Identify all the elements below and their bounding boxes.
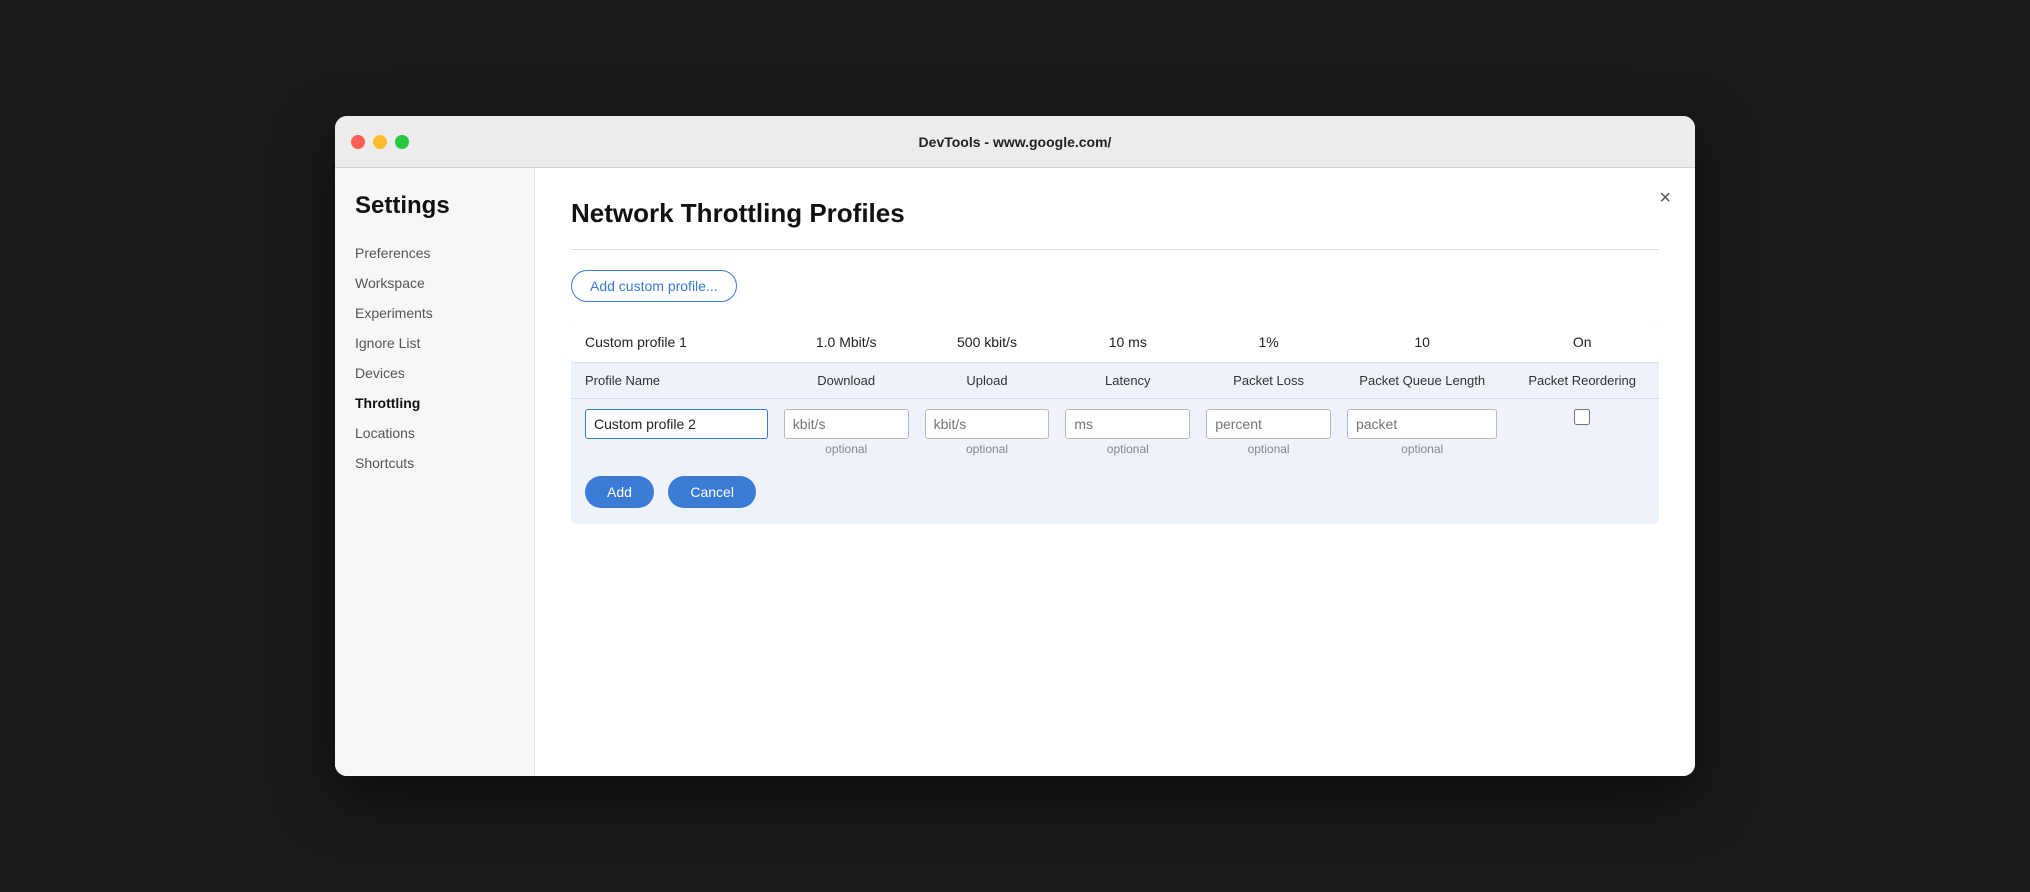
existing-download: 1.0 Mbit/s xyxy=(776,322,917,363)
close-traffic-light[interactable] xyxy=(351,135,365,149)
existing-profile-name: Custom profile 1 xyxy=(571,322,776,363)
table-header-row: Profile Name Download Upload Latency Pac… xyxy=(571,363,1659,399)
page-title: Network Throttling Profiles xyxy=(571,198,1659,229)
window-title: DevTools - www.google.com/ xyxy=(919,134,1112,150)
sidebar-item-ignore-list[interactable]: Ignore List xyxy=(355,328,534,358)
divider xyxy=(571,249,1659,250)
existing-upload: 500 kbit/s xyxy=(917,322,1058,363)
new-profile-row: optional optional optional optional xyxy=(571,399,1659,467)
col-header-name: Profile Name xyxy=(571,363,776,399)
devtools-window: DevTools - www.google.com/ Settings Pref… xyxy=(335,116,1695,776)
sidebar-item-experiments[interactable]: Experiments xyxy=(355,298,534,328)
cancel-button[interactable]: Cancel xyxy=(668,476,756,508)
col-header-loss: Packet Loss xyxy=(1198,363,1339,399)
col-header-reorder: Packet Reordering xyxy=(1505,363,1659,399)
action-row: Add Cancel xyxy=(571,466,1659,524)
latency-hint: optional xyxy=(1065,442,1190,456)
upload-input[interactable] xyxy=(925,409,1050,439)
window-body: Settings Preferences Workspace Experimen… xyxy=(335,168,1695,776)
existing-loss: 1% xyxy=(1198,322,1339,363)
minimize-traffic-light[interactable] xyxy=(373,135,387,149)
sidebar: Settings Preferences Workspace Experimen… xyxy=(335,168,535,776)
sidebar-item-shortcuts[interactable]: Shortcuts xyxy=(355,448,534,478)
col-header-upload: Upload xyxy=(917,363,1058,399)
sidebar-heading: Settings xyxy=(355,192,534,220)
reorder-checkbox[interactable] xyxy=(1574,409,1590,425)
queue-input[interactable] xyxy=(1347,409,1497,439)
loss-input[interactable] xyxy=(1206,409,1331,439)
traffic-lights xyxy=(351,135,409,149)
download-hint: optional xyxy=(784,442,909,456)
close-button[interactable]: × xyxy=(1659,188,1671,208)
main-content: × Network Throttling Profiles Add custom… xyxy=(535,168,1695,776)
download-input[interactable] xyxy=(784,409,909,439)
sidebar-item-throttling[interactable]: Throttling xyxy=(355,388,534,418)
profiles-table: Custom profile 1 1.0 Mbit/s 500 kbit/s 1… xyxy=(571,322,1659,524)
existing-queue: 10 xyxy=(1339,322,1505,363)
titlebar: DevTools - www.google.com/ xyxy=(335,116,1695,168)
sidebar-item-workspace[interactable]: Workspace xyxy=(355,268,534,298)
profile-name-input[interactable] xyxy=(585,409,768,439)
loss-hint: optional xyxy=(1206,442,1331,456)
table-row: Custom profile 1 1.0 Mbit/s 500 kbit/s 1… xyxy=(571,322,1659,363)
sidebar-item-devices[interactable]: Devices xyxy=(355,358,534,388)
col-header-latency: Latency xyxy=(1057,363,1198,399)
sidebar-item-preferences[interactable]: Preferences xyxy=(355,238,534,268)
add-button[interactable]: Add xyxy=(585,476,654,508)
sidebar-item-locations[interactable]: Locations xyxy=(355,418,534,448)
add-custom-profile-button[interactable]: Add custom profile... xyxy=(571,270,737,302)
col-header-queue: Packet Queue Length xyxy=(1339,363,1505,399)
col-header-download: Download xyxy=(776,363,917,399)
latency-input[interactable] xyxy=(1065,409,1190,439)
queue-hint: optional xyxy=(1347,442,1497,456)
upload-hint: optional xyxy=(925,442,1050,456)
maximize-traffic-light[interactable] xyxy=(395,135,409,149)
existing-latency: 10 ms xyxy=(1057,322,1198,363)
existing-reorder: On xyxy=(1505,322,1659,363)
